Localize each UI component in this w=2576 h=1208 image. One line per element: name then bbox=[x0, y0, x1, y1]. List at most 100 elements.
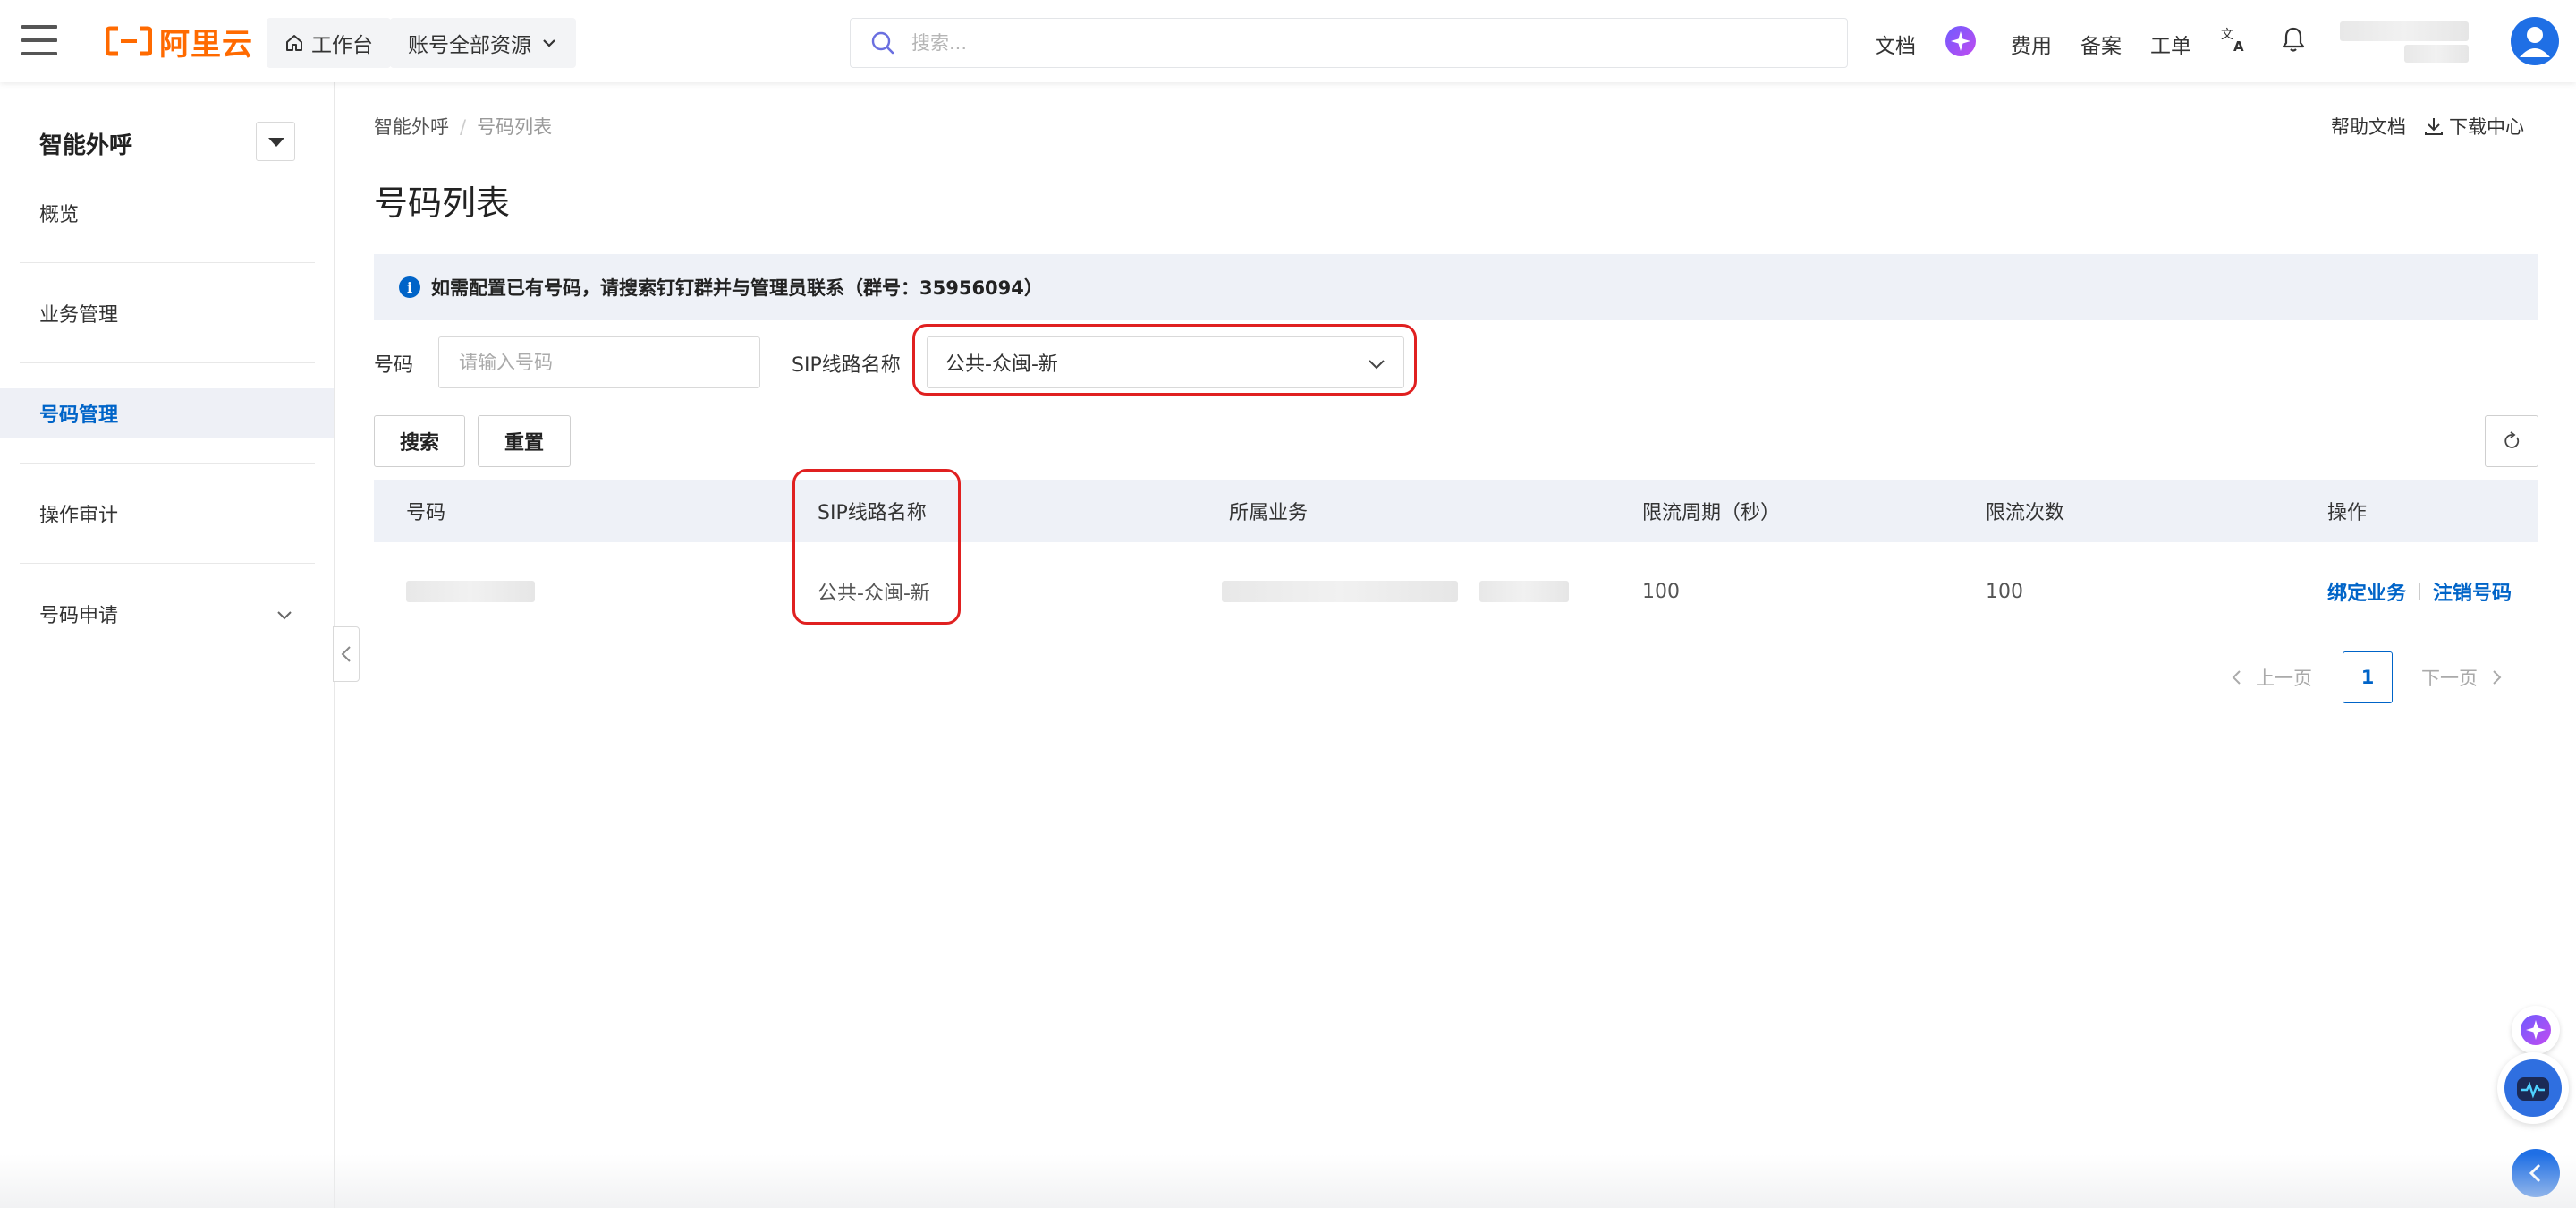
sip-line-selected-value: 公共-众闽-新 bbox=[945, 353, 1058, 376]
table-row: 公共-众闽-新 100 100 绑定业务 注销号码 bbox=[374, 542, 2538, 641]
global-search-box[interactable] bbox=[850, 18, 1848, 68]
sidebar-product-title: 智能外呼 bbox=[39, 132, 133, 159]
sidebar-item-label: 号码申请 bbox=[39, 605, 119, 627]
cell-business bbox=[1222, 542, 1569, 641]
reset-button[interactable]: 重置 bbox=[478, 415, 571, 467]
sidebar-divider bbox=[20, 262, 315, 263]
user-avatar[interactable] bbox=[2510, 16, 2560, 66]
cell-sip-line: 公共-众闽-新 bbox=[818, 583, 930, 605]
next-page-button[interactable]: 下一页 bbox=[2421, 664, 2506, 691]
sidebar: 智能外呼 概览 业务管理 号码管理 操作审计 号码申请 bbox=[0, 82, 335, 1208]
number-filter-input[interactable] bbox=[438, 336, 760, 388]
column-header-number: 号码 bbox=[406, 502, 446, 524]
sip-line-select[interactable]: 公共-众闽-新 bbox=[927, 336, 1404, 388]
sidebar-item-label: 业务管理 bbox=[39, 304, 119, 327]
sidebar-item-number-management[interactable]: 号码管理 bbox=[0, 388, 334, 438]
svg-text:A: A bbox=[2233, 38, 2244, 54]
ticket-link[interactable]: 工单 bbox=[2150, 29, 2191, 59]
docs-link[interactable]: 文档 bbox=[1875, 29, 1916, 59]
chevron-down-icon bbox=[1368, 360, 1385, 370]
sidebar-item-operation-audit[interactable]: 操作审计 bbox=[0, 489, 334, 539]
breadcrumb-separator: / bbox=[460, 116, 467, 138]
notice-text: 如需配置已有号码，请搜索钉钉群并与管理员联系（群号：35956094） bbox=[431, 277, 1043, 299]
column-header-business: 所属业务 bbox=[1229, 502, 1309, 524]
account-name-redacted bbox=[2340, 21, 2469, 41]
table-header: 号码 SIP线路名称 所属业务 限流周期（秒） 限流次数 操作 bbox=[374, 480, 2538, 542]
page-number-current[interactable]: 1 bbox=[2343, 651, 2393, 703]
breadcrumb-root[interactable]: 智能外呼 bbox=[374, 116, 449, 138]
cell-rate-period: 100 bbox=[1642, 580, 1680, 603]
ai-assistant-icon[interactable] bbox=[1945, 25, 1977, 57]
sidebar-item-label: 操作审计 bbox=[39, 505, 119, 527]
column-header-actions: 操作 bbox=[2327, 502, 2368, 524]
page-title: 号码列表 bbox=[374, 183, 511, 223]
sidebar-collapse-toggle[interactable] bbox=[333, 626, 360, 682]
resource-scope-label: 账号全部资源 bbox=[408, 34, 531, 57]
chevron-right-icon bbox=[2493, 670, 2502, 685]
redacted-business bbox=[1222, 581, 1458, 602]
info-icon: i bbox=[399, 276, 420, 298]
robot-assistant-icon bbox=[2504, 1059, 2562, 1117]
download-icon bbox=[2425, 118, 2443, 135]
search-button[interactable]: 搜索 bbox=[374, 415, 465, 467]
notification-bell-icon[interactable] bbox=[2279, 25, 2311, 57]
workbench-label: 工作台 bbox=[311, 34, 373, 57]
sidebar-divider bbox=[20, 563, 315, 564]
account-id-redacted bbox=[2404, 45, 2469, 63]
customer-service-float-button[interactable] bbox=[2497, 1052, 2569, 1124]
sidebar-item-business-management[interactable]: 业务管理 bbox=[0, 288, 334, 338]
expand-panel-button[interactable] bbox=[2512, 1149, 2560, 1197]
ai-assistant-float-button[interactable] bbox=[2512, 1006, 2560, 1054]
prev-page-button[interactable]: 上一页 bbox=[2227, 664, 2312, 691]
resource-scope-dropdown[interactable]: 账号全部资源 bbox=[390, 18, 576, 68]
cell-number bbox=[406, 542, 535, 641]
number-filter-label: 号码 bbox=[374, 354, 414, 377]
page-top-links: 帮助文档 下载中心 bbox=[2331, 113, 2524, 140]
chevron-down-icon bbox=[277, 611, 292, 620]
ai-assistant-icon bbox=[2521, 1015, 2551, 1045]
cancel-number-link[interactable]: 注销号码 bbox=[2433, 577, 2512, 606]
next-page-label: 下一页 bbox=[2421, 668, 2478, 689]
sidebar-item-label: 号码管理 bbox=[39, 404, 119, 427]
breadcrumb-current: 号码列表 bbox=[477, 116, 553, 138]
aliyun-logo[interactable]: 阿里云 bbox=[106, 23, 253, 63]
redacted-number bbox=[406, 581, 535, 602]
cell-actions: 绑定业务 注销号码 bbox=[2327, 542, 2512, 641]
product-switch-dropdown[interactable] bbox=[256, 122, 295, 161]
bottom-shadow bbox=[0, 1154, 2576, 1208]
icp-filing-link[interactable]: 备案 bbox=[2080, 29, 2122, 59]
billing-link[interactable]: 费用 bbox=[2011, 29, 2052, 59]
language-icon[interactable]: 文 A bbox=[2220, 25, 2252, 57]
sidebar-item-overview[interactable]: 概览 bbox=[0, 188, 334, 238]
top-navigation-bar: 阿里云 工作台 账号全部资源 文档 费用 备案 工单 文 A bbox=[0, 0, 2576, 82]
aliyun-logo-icon bbox=[106, 26, 152, 56]
home-icon bbox=[286, 35, 302, 51]
menu-icon[interactable] bbox=[21, 25, 57, 57]
action-separator bbox=[2419, 583, 2421, 600]
logo-text: 阿里云 bbox=[159, 26, 253, 63]
prev-page-label: 上一页 bbox=[2256, 668, 2312, 689]
column-header-rate-count: 限流次数 bbox=[1986, 502, 2065, 524]
chevron-down-icon bbox=[543, 39, 555, 47]
sidebar-item-label: 概览 bbox=[39, 204, 80, 226]
sidebar-divider bbox=[20, 463, 315, 464]
pagination: 上一页 1 下一页 bbox=[2227, 651, 2506, 703]
sidebar-divider bbox=[20, 362, 315, 363]
breadcrumb: 智能外呼 / 号码列表 bbox=[374, 113, 552, 140]
column-header-rate-period: 限流周期（秒） bbox=[1642, 502, 1781, 524]
cell-rate-count: 100 bbox=[1986, 580, 2023, 603]
download-center-link[interactable]: 下载中心 bbox=[2449, 113, 2524, 140]
chevron-left-icon bbox=[341, 646, 351, 662]
refresh-button[interactable] bbox=[2485, 415, 2538, 467]
chevron-left-icon bbox=[2232, 670, 2241, 685]
sidebar-item-number-application[interactable]: 号码申请 bbox=[0, 589, 334, 639]
redacted-business bbox=[1479, 581, 1569, 602]
workbench-button[interactable]: 工作台 bbox=[267, 18, 391, 68]
sip-line-filter-label: SIP线路名称 bbox=[792, 354, 901, 377]
help-docs-link[interactable]: 帮助文档 bbox=[2331, 113, 2406, 140]
search-icon bbox=[871, 31, 894, 55]
bind-business-link[interactable]: 绑定业务 bbox=[2327, 577, 2406, 606]
search-input[interactable] bbox=[910, 31, 1715, 55]
svg-text:文: 文 bbox=[2221, 28, 2233, 42]
chevron-left-icon bbox=[2529, 1163, 2541, 1183]
